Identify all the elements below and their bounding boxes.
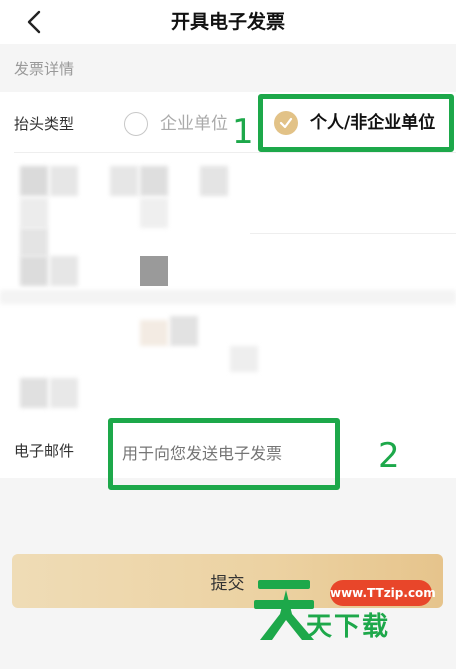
- section-label: 发票详情: [14, 60, 75, 78]
- header-bar: 开具电子发票: [0, 0, 456, 44]
- watermark-text: 天下载: [306, 612, 391, 642]
- email-label: 电子邮件: [14, 442, 75, 460]
- annotation-marker-2: 2: [378, 436, 400, 476]
- highlight-box-1: [258, 94, 454, 152]
- blurred-content-area: [0, 150, 456, 412]
- divider: [250, 233, 456, 234]
- highlight-box-2: [108, 418, 340, 490]
- page-title: 开具电子发票: [170, 11, 285, 33]
- radio-option-company[interactable]: 企业单位: [124, 112, 228, 136]
- watermark-url-badge: www.TTzip.com: [330, 580, 436, 606]
- annotation-marker-1: 1: [232, 112, 254, 152]
- radio-option-company-label: 企业单位: [160, 114, 228, 134]
- invoice-type-label: 抬头类型: [14, 115, 75, 133]
- radio-unchecked-icon: [124, 112, 148, 136]
